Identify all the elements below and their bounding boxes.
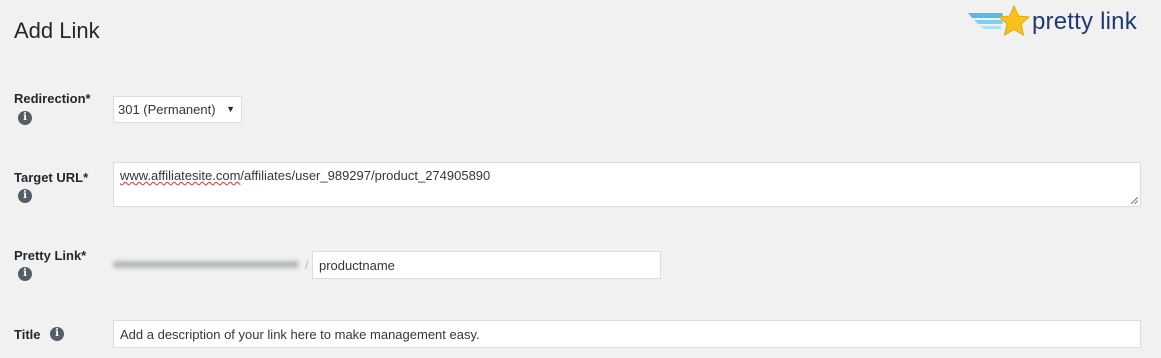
pretty-link-slug-input[interactable] xyxy=(312,251,661,279)
resize-handle-icon[interactable] xyxy=(1131,197,1138,204)
pretty-link-label: Pretty Link* xyxy=(14,248,87,263)
target-url-domain: www.affiliatesite.com xyxy=(120,168,241,183)
page-title: Add Link xyxy=(14,18,100,43)
redirection-select[interactable]: 301 (Permanent) ▼ xyxy=(113,96,242,123)
redacted-url-shape xyxy=(113,261,299,268)
target-url-label: Target URL* xyxy=(14,170,89,185)
redirection-selected-value: 301 (Permanent) xyxy=(118,102,216,117)
info-icon[interactable]: i xyxy=(18,111,32,125)
title-input[interactable] xyxy=(113,320,1141,348)
info-icon[interactable]: i xyxy=(18,267,32,281)
url-separator: / xyxy=(305,258,309,272)
info-icon[interactable]: i xyxy=(50,327,64,341)
chevron-down-icon: ▼ xyxy=(226,104,235,114)
redirection-label: Redirection* xyxy=(14,91,91,106)
info-icon[interactable]: i xyxy=(18,189,32,203)
blurred-base-url xyxy=(113,258,301,273)
pretty-link-logo: pretty link xyxy=(966,4,1137,40)
logo-text: pretty link xyxy=(1032,8,1137,35)
title-label: Title xyxy=(14,327,41,342)
target-url-field[interactable]: www.affiliatesite.com/affiliates/user_98… xyxy=(113,162,1141,207)
star-logo-icon xyxy=(968,4,1030,37)
target-url-path: /affiliates/user_989297/product_27490589… xyxy=(240,168,491,183)
